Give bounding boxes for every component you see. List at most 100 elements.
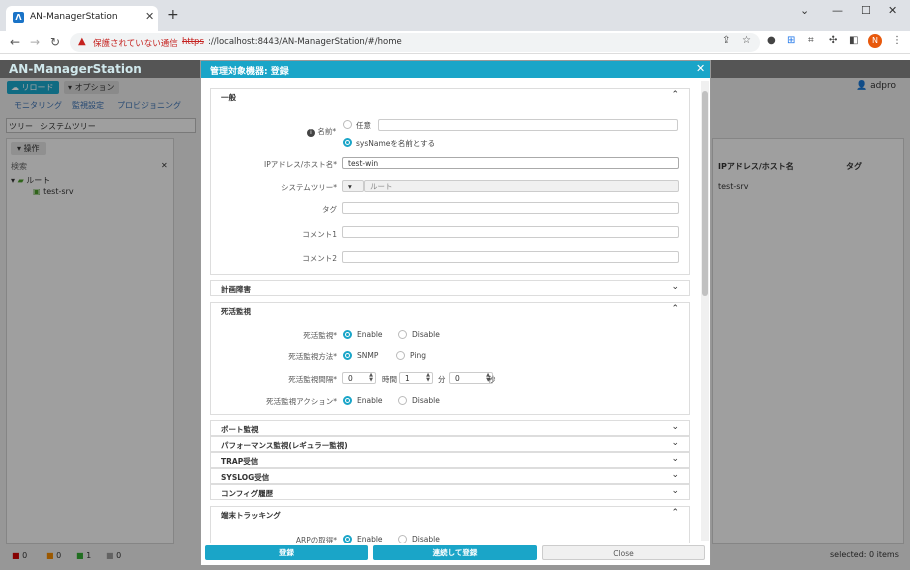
comment2-input[interactable] (342, 251, 679, 263)
hours-unit: 時間 (382, 375, 397, 384)
star-icon[interactable]: ☆ (742, 35, 751, 46)
section-port-header: ポート監視 (221, 425, 259, 434)
chevron-up-icon[interactable]: ⌃ (671, 304, 679, 314)
dialog-close-icon[interactable]: ✕ (696, 62, 705, 75)
puzzle-icon[interactable]: ✣ (829, 35, 837, 46)
section-planned-outage-header: 計画障害 (221, 285, 251, 294)
interval-hours-value: 0 (348, 374, 353, 383)
alive-disable-radio[interactable] (398, 330, 407, 339)
section-planned-outage[interactable]: 計画障害 ⌄ (210, 280, 690, 296)
sidebar-icon[interactable]: ◧ (849, 35, 858, 46)
scrollbar-thumb[interactable] (702, 91, 708, 296)
browser-titlebar: Λ AN-ManagerStation ✕ + ⌄ — ☐ ✕ (0, 0, 910, 31)
dialog-scrollbar[interactable] (701, 81, 709, 541)
tag-label: タグ (322, 205, 337, 214)
chevron-down-icon[interactable]: ⌄ (671, 454, 679, 464)
arp-enable-label: Enable (357, 535, 383, 543)
chevron-down-icon[interactable]: ⌄ (671, 282, 679, 292)
chevron-down-icon[interactable]: ⌄ (671, 422, 679, 432)
section-alive: 死活監視 ⌃ 死活監視* Enable Disable 死活監視方法* SNMP… (210, 302, 690, 415)
name-sysname-radio[interactable] (343, 138, 352, 147)
section-general-header[interactable]: 一般 (221, 92, 236, 103)
section-alive-header[interactable]: 死活監視 (221, 306, 251, 317)
section-performance[interactable]: パフォーマンス監視(レギュラー監視) ⌄ (210, 436, 690, 452)
interval-label: 死活監視間隔* (288, 375, 337, 384)
url-scheme: https (182, 37, 204, 47)
section-syslog[interactable]: SYSLOG受信 ⌄ (210, 468, 690, 484)
translate-icon[interactable]: ⊞ (787, 35, 795, 46)
ip-input[interactable]: test-win (342, 157, 679, 169)
interval-seconds-stepper[interactable]: 0 ▲ ▼ (449, 372, 493, 384)
chevron-up-icon[interactable]: ⌃ (671, 90, 679, 100)
section-trap[interactable]: TRAP受信 ⌄ (210, 452, 690, 468)
dialog-footer: 登録 連続して登録 Close (201, 543, 710, 565)
section-trap-header: TRAP受信 (221, 457, 259, 466)
section-config-history[interactable]: コンフィグ履歴 ⌄ (210, 484, 690, 500)
action-disable-radio[interactable] (398, 396, 407, 405)
new-tab-icon[interactable]: + (167, 7, 179, 23)
systree-value: ルート (364, 180, 679, 192)
dialog-body: 一般 ⌃ i 名前* 任意 sysNameを名前とする IPアドレス/ホスト名*… (201, 78, 710, 543)
warning-icon: ▲ (78, 36, 86, 47)
alive-enable-radio[interactable] (343, 330, 352, 339)
method-ping-radio[interactable] (396, 351, 405, 360)
arp-disable-radio[interactable] (398, 535, 407, 543)
section-config-header: コンフィグ履歴 (221, 489, 274, 498)
stepper-arrows-icon[interactable]: ▲ ▼ (426, 373, 430, 383)
share-icon[interactable]: ⇪ (722, 35, 730, 46)
forward-icon[interactable]: → (30, 35, 40, 49)
method-ping-label: Ping (410, 351, 426, 360)
register-continue-button[interactable]: 連続して登録 (373, 545, 537, 560)
name-input[interactable] (378, 119, 678, 131)
info-icon: i (307, 129, 315, 137)
name-label-text: 名前* (317, 127, 337, 136)
action-enable-radio[interactable] (343, 396, 352, 405)
action-enable-label: Enable (357, 396, 383, 405)
dialog-title: 管理対象機器: 登録 (210, 67, 289, 77)
section-general: 一般 ⌃ i 名前* 任意 sysNameを名前とする IPアドレス/ホスト名*… (210, 88, 690, 275)
name-any-radio[interactable] (343, 120, 352, 129)
section-terminal-header[interactable]: 端末トラッキング (221, 510, 281, 521)
extension-check-icon[interactable]: ● (767, 35, 776, 46)
back-icon[interactable]: ← (10, 35, 20, 49)
action-label: 死活監視アクション* (266, 397, 337, 406)
chevron-down-icon[interactable]: ⌄ (671, 486, 679, 496)
tag-input[interactable] (342, 202, 679, 214)
interval-minutes-stepper[interactable]: 1 ▲ ▼ (399, 372, 433, 384)
profile-avatar[interactable]: N (868, 34, 882, 48)
comment1-input[interactable] (342, 226, 679, 238)
stepper-arrows-icon[interactable]: ▲ ▼ (369, 373, 373, 383)
arp-label: ARPの取得* (295, 536, 337, 543)
screenshot-icon[interactable]: ⌗ (808, 35, 814, 46)
register-button[interactable]: 登録 (205, 545, 368, 560)
method-label: 死活監視方法* (288, 352, 337, 361)
insecure-label: 保護されていない通信 (93, 39, 178, 49)
interval-minutes-value: 1 (405, 374, 410, 383)
comment2-label: コメント2 (302, 254, 337, 263)
arp-enable-radio[interactable] (343, 535, 352, 543)
chevron-down-icon[interactable]: ⌄ (671, 470, 679, 480)
close-button[interactable]: Close (542, 545, 705, 560)
section-terminal-tracking: 端末トラッキング ⌃ ARPの取得* Enable Disable (210, 506, 690, 543)
chevron-up-icon[interactable]: ⌃ (671, 508, 679, 518)
minimize-icon[interactable]: — (832, 4, 843, 17)
minutes-unit: 分 (438, 375, 446, 384)
section-performance-header: パフォーマンス監視(レギュラー監視) (221, 441, 348, 450)
window-close-icon[interactable]: ✕ (888, 4, 897, 17)
menu-kebab-icon[interactable]: ⋮ (892, 35, 902, 46)
refresh-icon[interactable]: ↻ (50, 35, 60, 49)
chevron-down-icon[interactable]: ⌄ (800, 4, 809, 17)
systree-dropdown[interactable]: ▾ (342, 180, 364, 192)
section-syslog-header: SYSLOG受信 (221, 473, 270, 482)
app-favicon-icon: Λ (13, 12, 24, 23)
maximize-icon[interactable]: ☐ (861, 4, 871, 17)
interval-seconds-value: 0 (455, 374, 460, 383)
url-field[interactable]: ▲ 保護されていない通信 https ://localhost:8443/AN-… (70, 33, 760, 52)
alive-disable-label: Disable (412, 330, 440, 339)
chevron-down-icon[interactable]: ⌄ (671, 438, 679, 448)
section-port-monitoring[interactable]: ポート監視 ⌄ (210, 420, 690, 436)
browser-tab[interactable]: Λ AN-ManagerStation ✕ (6, 6, 158, 31)
tab-close-icon[interactable]: ✕ (145, 10, 154, 23)
method-snmp-radio[interactable] (343, 351, 352, 360)
interval-hours-stepper[interactable]: 0 ▲ ▼ (342, 372, 376, 384)
